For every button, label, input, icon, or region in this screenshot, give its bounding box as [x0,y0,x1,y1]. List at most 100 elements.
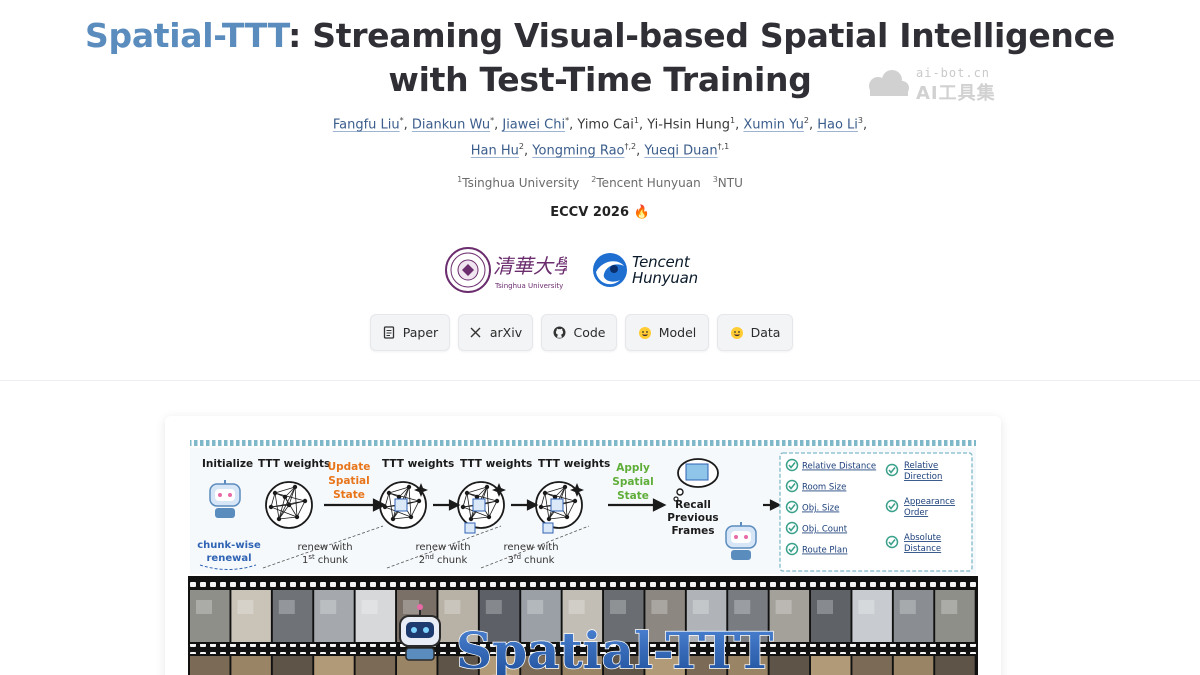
hugging-face-icon [638,326,652,340]
tsinghua-english-name: Tsinghua University [494,282,563,290]
model-button[interactable]: Model [625,314,709,351]
arxiv-button-label: arXiv [489,325,523,340]
svg-text:Room Size: Room Size [802,483,846,493]
svg-text:Direction: Direction [904,472,942,482]
affiliation-name: NTU [717,176,743,190]
video-frame [935,590,975,642]
video-frame [314,656,354,675]
ttt-weights-label-1: TTT weights [382,458,454,470]
svg-text:Spatial: Spatial [612,476,653,488]
video-frame [355,590,396,642]
document-icon [382,326,396,340]
apply-spatial-state-label: Apply Spatial State [612,462,653,502]
paper-button[interactable]: Paper [370,314,450,351]
video-frame [355,656,396,675]
author-hao-li[interactable]: Hao Li [817,117,858,132]
github-icon [552,326,566,340]
affiliation-item: 1Tsinghua University [457,175,580,190]
hugging-face-icon [730,326,744,340]
svg-text:Obj. Count: Obj. Count [802,525,848,535]
link-buttons: Paper arXiv Code Model Data [0,314,1200,352]
ttt-weights-label-2: TTT weights [460,458,532,470]
svg-text:Order: Order [904,508,929,518]
author-list-line2: Han Hu2, Yongming Rao†,2, Yueqi Duan†,1 [0,142,1200,158]
title-accent: Spatial-TTT [85,16,289,55]
code-button-label: Code [573,325,606,340]
institution-logos: 清華大學 Tsinghua University Tencent Hunyuan [0,244,1200,300]
teaser-figure: Initialize TTT weights TTT weights TTT w… [188,440,978,675]
video-frame [893,590,934,642]
affiliations: 1Tsinghua University 2Tencent Hunyuan 3NTU [0,175,1200,190]
video-frame [852,590,892,642]
author-fangfu-liu[interactable]: Fangfu Liu [333,117,400,132]
affiliation-name: Tencent Hunyuan [596,176,701,190]
author-list-line1: Fangfu Liu*, Diankun Wu*, Jiawei Chi*, Y… [0,116,1200,132]
author-yueqi-duan[interactable]: Yueqi Duan [644,143,717,158]
affiliation-item: 2Tencent Hunyuan [591,175,701,190]
author-han-hu[interactable]: Han Hu [471,143,519,158]
svg-text:State: State [333,489,365,501]
hunyuan-swirl-icon [593,253,627,287]
model-button-label: Model [658,325,697,340]
renew-line1: renew with [503,542,558,553]
author-separator: , [638,117,648,133]
video-frame [272,656,313,675]
data-button[interactable]: Data [717,314,793,351]
svg-text:Spatial: Spatial [328,475,369,487]
figure-top-border [190,440,976,446]
svg-text:Relative Distance: Relative Distance [802,462,876,472]
video-frame [231,656,271,675]
video-frame [811,590,851,642]
paper-button-label: Paper [402,325,439,340]
x-icon [469,326,483,340]
tencent-hunyuan-logo: Tencent Hunyuan [592,248,708,292]
video-frame [272,590,313,642]
network-globe-icon [265,481,313,529]
author-xumin-yu[interactable]: Xumin Yu [743,117,803,132]
venue-label: ECCV 2026 🔥 [550,205,650,220]
watermark-text: ai-bot.cn [916,66,991,80]
author-jiawei-chi[interactable]: Jiawei Chi [502,117,565,132]
video-frame [190,590,230,642]
title-rest: : Streaming Visual-based Spatial Intelli… [288,16,1115,55]
svg-text:Update: Update [328,461,371,473]
data-button-label: Data [750,325,781,340]
arxiv-button[interactable]: arXiv [458,314,533,351]
tsinghua-logo: 清華大學 Tsinghua University [445,244,575,296]
hero-section: Spatial-TTT: Streaming Visual-based Spat… [0,0,1200,380]
watermark-subtext: AI工具集 [916,83,996,104]
author-yimo-cai: Yimo Cai [577,117,634,133]
author-separator: , [863,117,868,133]
video-frame [893,656,934,675]
video-frame [935,656,975,675]
ttt-weights-label-0: TTT weights [258,458,330,470]
author-yi-hsin-hung: Yi-Hsin Hung [647,117,731,133]
page-title: Spatial-TTT: Streaming Visual-based Spat… [0,14,1200,102]
banner-title: Spatial-TTT [456,621,773,675]
affiliation-item: 3NTU [713,175,743,190]
author-yongming-rao[interactable]: Yongming Rao [532,143,624,158]
video-frame [852,656,892,675]
svg-text:Relative: Relative [904,461,938,471]
renew-line1: renew with [297,542,352,553]
video-frame [769,590,810,642]
svg-text:Obj. Size: Obj. Size [802,504,839,514]
svg-text:Recall: Recall [675,499,711,511]
svg-text:Previous: Previous [667,512,718,524]
affiliation-name: Tsinghua University [462,176,580,190]
video-frame [190,656,230,675]
author-diankun-wu[interactable]: Diankun Wu [412,117,490,132]
video-frame [231,590,271,642]
svg-text:chunk-wise: chunk-wise [197,540,261,551]
video-frame [769,656,810,675]
title-line2: with Test-Time Training [388,60,812,99]
section-divider [0,380,1200,381]
code-button[interactable]: Code [541,314,617,351]
film-perforations-top [188,578,978,588]
svg-text:Appearance: Appearance [904,497,955,507]
watermark-logo-icon [869,70,909,96]
hunyuan-text: Hunyuan [632,269,698,287]
author-separator: , [808,117,818,133]
teaser-figure-card: Initialize TTT weights TTT weights TTT w… [165,416,1001,675]
svg-text:Absolute: Absolute [904,533,941,543]
